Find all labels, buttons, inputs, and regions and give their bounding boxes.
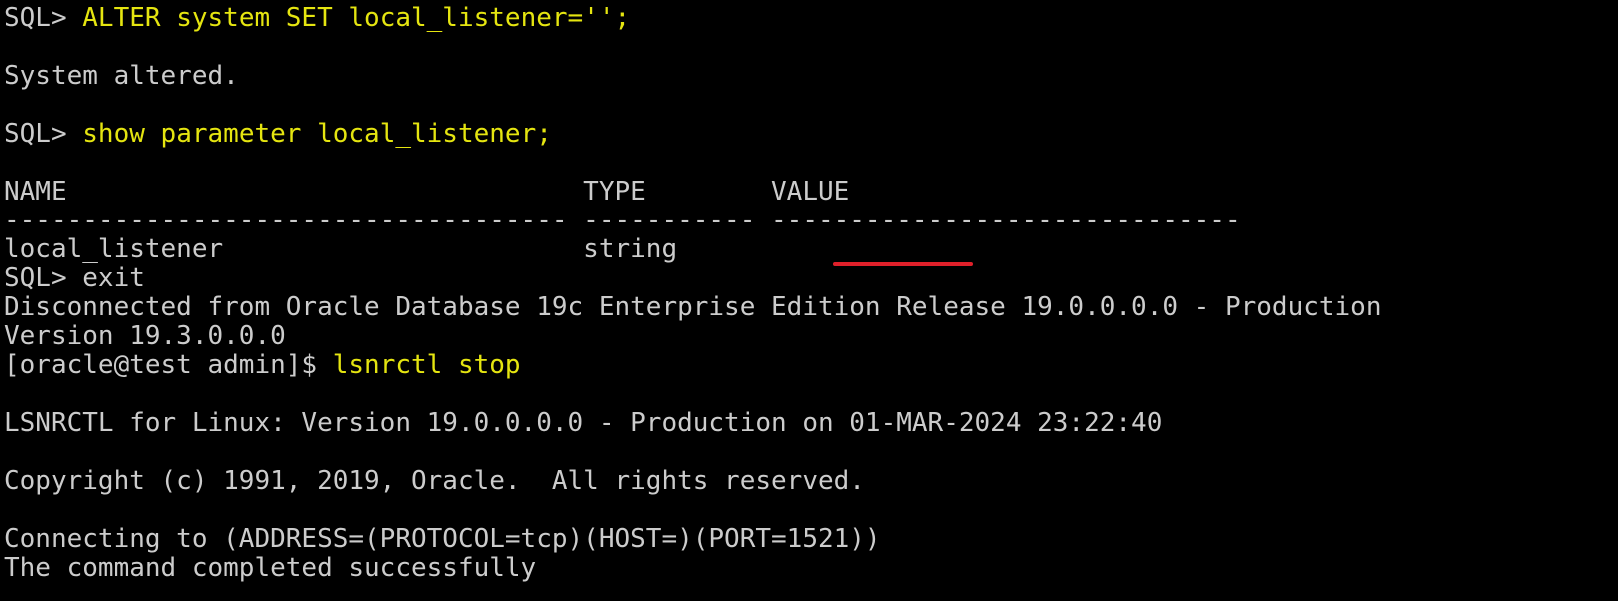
- sql-command-text: ALTER system SET local_listener='';: [82, 3, 631, 33]
- sql-command-line-exit: SQL> exit: [4, 264, 145, 293]
- sql-command-line-show: SQL> show parameter local_listener;: [4, 120, 552, 149]
- empty-value-underline: [833, 262, 973, 266]
- parameter-table-header: NAME TYPE VALUE: [4, 177, 850, 207]
- shell-command-text: lsnrctl stop: [332, 350, 521, 380]
- parameter-table-divider: ------------------------------------ ---…: [4, 205, 1241, 235]
- sql-command-text: exit: [82, 263, 145, 293]
- output-line: LSNRCTL for Linux: Version 19.0.0.0.0 - …: [4, 408, 1163, 438]
- sql-prompt: SQL>: [4, 263, 83, 293]
- output-line: Connecting to (ADDRESS=(PROTOCOL=tcp)(HO…: [4, 524, 881, 554]
- parameter-table-row: local_listener string: [4, 234, 678, 264]
- output-line: System altered.: [4, 61, 239, 91]
- sql-command-text: show parameter local_listener;: [82, 119, 552, 149]
- shell-prompt: [oracle@test admin]$: [4, 350, 333, 380]
- output-line: The command completed successfully: [4, 553, 537, 583]
- sql-prompt: SQL>: [4, 119, 83, 149]
- output-line: Disconnected from Oracle Database 19c En…: [4, 292, 1382, 322]
- sql-prompt: SQL>: [4, 3, 83, 33]
- terminal-window[interactable]: SQL> ALTER system SET local_listener='';…: [0, 0, 1618, 601]
- output-line: Version 19.3.0.0.0: [4, 321, 286, 351]
- output-line: Copyright (c) 1991, 2019, Oracle. All ri…: [4, 466, 865, 496]
- shell-command-line: [oracle@test admin]$ lsnrctl stop: [4, 351, 521, 380]
- sql-command-line-alter: SQL> ALTER system SET local_listener='';: [4, 4, 630, 33]
